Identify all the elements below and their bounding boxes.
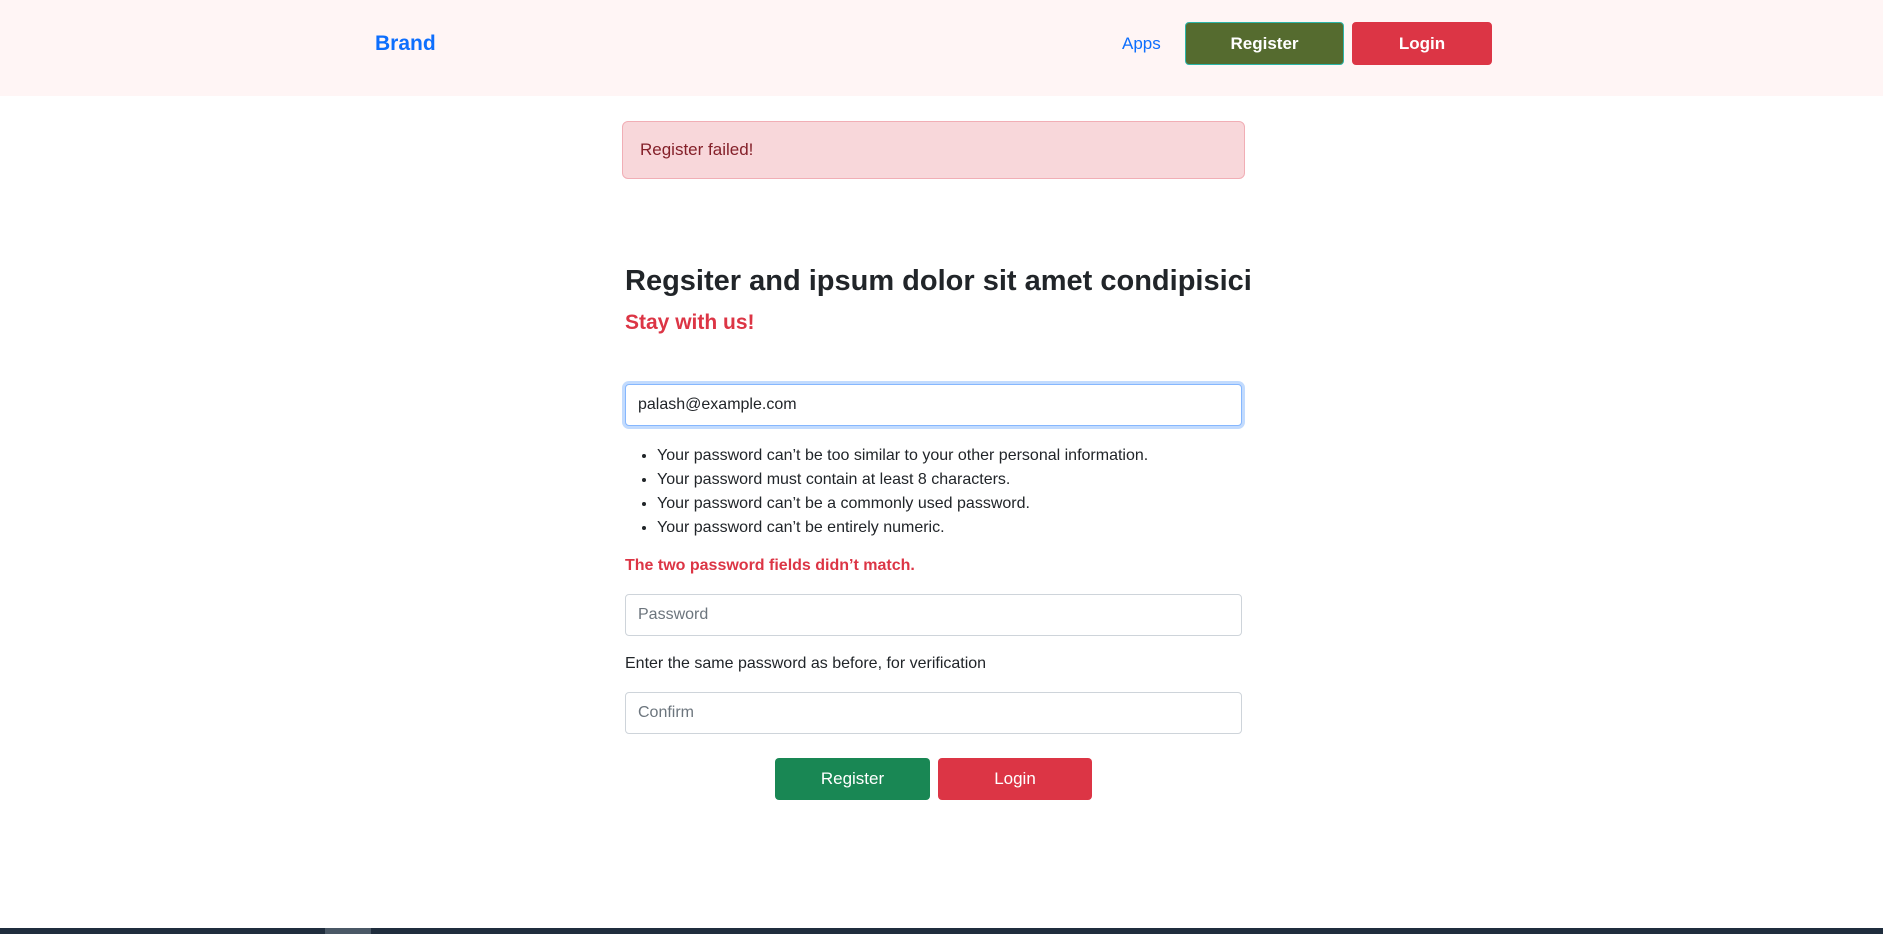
brand-link[interactable]: Brand — [375, 32, 436, 56]
password-match-error: The two password fields didn’t match. — [625, 557, 915, 574]
password-rules-list: Your password can’t be too similar to yo… — [657, 444, 1148, 540]
password-rule: Your password must contain at least 8 ch… — [657, 468, 1148, 492]
confirm-help-text: Enter the same password as before, for v… — [625, 655, 987, 672]
alert-message: Register failed! — [640, 140, 754, 159]
confirm-password-field[interactable] — [625, 692, 1242, 734]
nav-apps-link[interactable]: Apps — [1122, 34, 1161, 54]
footer-strip — [0, 928, 1883, 934]
page-subtitle: Stay with us! — [625, 311, 755, 334]
password-rule: Your password can’t be entirely numeric. — [657, 516, 1148, 540]
password-field[interactable] — [625, 594, 1242, 636]
register-button[interactable]: Register — [775, 758, 930, 800]
page-title: Regsiter and ipsum dolor sit amet condip… — [625, 265, 1252, 297]
nav-login-button[interactable]: Login — [1352, 22, 1492, 65]
footer-tab — [325, 928, 371, 934]
password-rule: Your password can’t be too similar to yo… — [657, 444, 1148, 468]
nav-register-button[interactable]: Register — [1185, 22, 1344, 65]
navbar: Brand Apps Register Login — [0, 0, 1883, 96]
password-rule: Your password can’t be a commonly used p… — [657, 492, 1148, 516]
login-button[interactable]: Login — [938, 758, 1092, 800]
error-alert: Register failed! — [622, 121, 1245, 179]
email-field[interactable] — [625, 384, 1242, 426]
